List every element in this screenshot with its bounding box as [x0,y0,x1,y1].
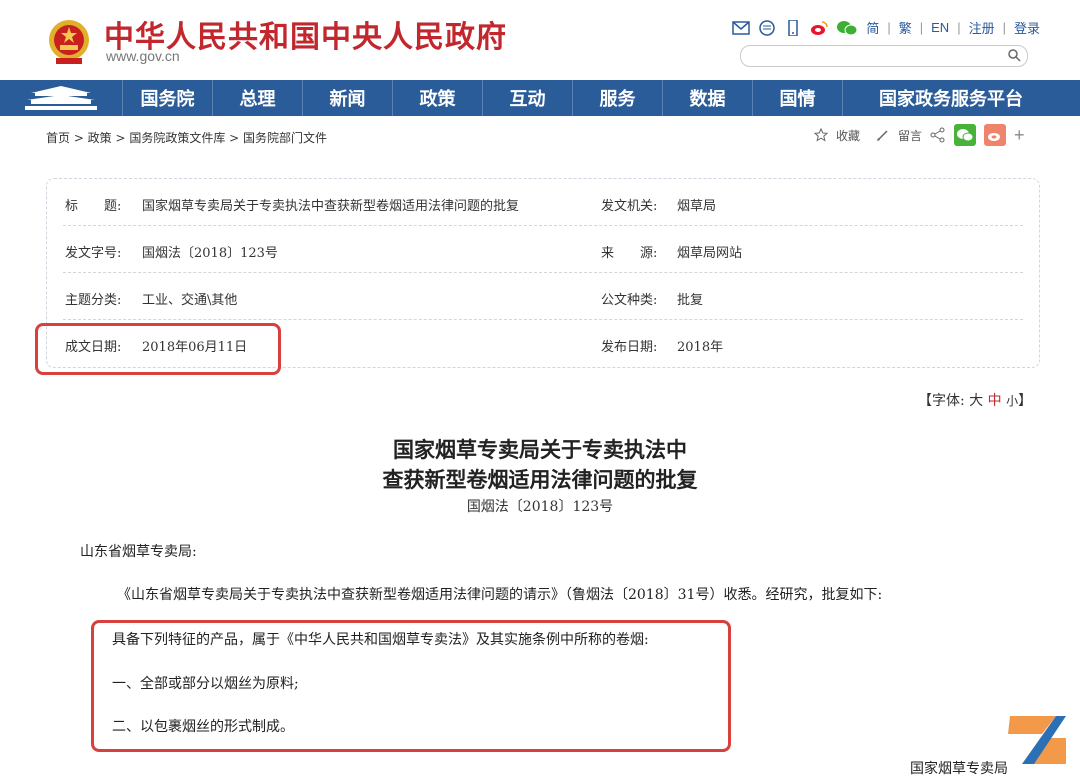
topic-value: 工业、交通\其他 [142,293,238,308]
comment-link[interactable]: 留言 [898,127,922,144]
search-input[interactable] [751,47,1005,67]
wechat-icon [957,129,974,142]
doctype-label: 公文种类: [601,293,658,308]
info-row: 主题分类: 工业、交通\其他 公文种类: 批复 [63,273,1023,320]
national-emblem-icon[interactable] [46,18,92,66]
nav-item-national-info[interactable]: 国情 [753,80,843,116]
font-small-button[interactable]: 小 [1006,394,1018,408]
info-row: 标 题: 国家烟草专卖局关于专卖执法中查获新型卷烟适用法律问题的批复 发文机关:… [63,179,1023,226]
title-label: 标 题: [65,199,122,214]
separator: | [1002,20,1006,35]
font-medium-button[interactable]: 中 [988,393,1002,409]
font-size-selector: 【字体: 大 中 小】 [918,390,1032,410]
main-nav: 国务院 总理 新闻 政策 互动 服务 数据 国情 国家政务服务平台 [0,80,1080,116]
wechat-icon[interactable] [836,20,858,36]
document-number: 国烟法〔2018〕123号 [466,499,614,515]
publish-date-value: 2018年 [677,340,724,355]
site-header: 中华人民共和国中央人民政府 www.gov.cn 简 | 繁 | EN | 注册… [0,0,1080,80]
source-value: 烟草局网站 [677,246,743,261]
message-icon[interactable] [758,19,776,36]
written-date-label: 成文日期: [65,340,122,355]
separator: | [919,20,924,35]
site-domain: www.gov.cn [106,48,180,64]
body-paragraph: 《山东省烟草专卖局关于专卖执法中查获新型卷烟适用法律问题的请示》（鲁烟法〔201… [117,587,883,603]
font-size-suffix: 】 [1018,393,1033,409]
font-size-prefix: 【字体: [918,393,965,409]
more-share-icon[interactable]: + [1014,125,1025,146]
source-label: 来 源: [601,246,658,261]
title-value: 国家烟草专卖局关于专卖执法中查获新型卷烟适用法律问题的批复 [142,199,520,214]
info-row: 成文日期: 2018年06月11日 发布日期: 2018年 [63,320,1023,366]
register-link[interactable]: 注册 [969,18,995,37]
share-icon[interactable] [930,127,946,143]
info-row: 发文字号: 国烟法〔2018〕123号 来 源: 烟草局网站 [63,226,1023,273]
nav-item-gov-service-platform[interactable]: 国家政务服务平台 [843,80,1059,116]
wechat-share-button[interactable] [954,124,977,146]
list-item: 一、全部或部分以烟丝为原料; [112,676,299,692]
document-signature: 国家烟草专卖局 [910,761,1008,777]
weibo-icon[interactable] [810,20,829,36]
watermark-logo-icon [1008,716,1066,764]
issuer-value: 烟草局 [677,199,717,214]
favorite-link[interactable]: 收藏 [836,127,860,144]
nav-item-state-council[interactable]: 国务院 [123,80,213,116]
written-date-value: 2018年06月11日 [142,340,248,355]
weibo-icon [988,133,1001,141]
document-info-box: 标 题: 国家烟草专卖局关于专卖执法中查获新型卷烟适用法律问题的批复 发文机关:… [46,178,1040,368]
document-title-line2: 查获新型卷烟适用法律问题的批复 [382,467,698,492]
nav-item-interaction[interactable]: 互动 [483,80,573,116]
publish-date-label: 发布日期: [601,340,658,355]
separator: | [887,20,891,35]
topic-label: 主题分类: [65,293,122,308]
nav-item-data[interactable]: 数据 [663,80,753,116]
pen-icon[interactable] [876,128,890,142]
tiananmen-icon [25,86,97,110]
doctype-value: 批复 [677,293,704,308]
breadcrumb[interactable]: 首页 > 政策 > 国务院政策文件库 > 国务院部门文件 [46,129,327,146]
nav-home[interactable] [0,80,123,116]
docno-value: 国烟法〔2018〕123号 [142,246,278,261]
nav-item-news[interactable]: 新闻 [303,80,393,116]
search-box [740,45,1028,67]
star-icon[interactable] [814,128,828,142]
search-icon[interactable] [1007,48,1021,62]
lang-english-link[interactable]: EN [931,20,949,35]
issuer-label: 发文机关: [601,199,658,214]
document-title-line1: 国家烟草专卖局关于专卖执法中 [393,437,687,462]
weibo-share-button[interactable] [984,124,1007,146]
login-link[interactable]: 登录 [1014,18,1040,37]
lang-traditional-link[interactable]: 繁 [899,18,912,37]
addressee: 山东省烟草专卖局: [80,544,197,560]
list-item: 二、以包裹烟丝的形式制成。 [112,719,294,735]
mail-icon[interactable] [732,20,751,36]
font-large-button[interactable]: 大 [969,393,983,409]
nav-item-premier[interactable]: 总理 [213,80,303,116]
body-paragraph: 具备下列特征的产品，属于《中华人民共和国烟草专卖法》及其实施条例中所称的卷烟: [112,632,649,648]
separator: | [957,20,961,35]
share-toolbar: 收藏 留言 + [814,124,1025,146]
docno-label: 发文字号: [65,246,122,261]
top-toolbar: 简 | 繁 | EN | 注册 | 登录 [732,18,1040,37]
lang-simplified-link[interactable]: 简 [866,18,879,37]
nav-item-services[interactable]: 服务 [573,80,663,116]
nav-item-policy[interactable]: 政策 [393,80,483,116]
mobile-icon[interactable] [784,19,802,36]
